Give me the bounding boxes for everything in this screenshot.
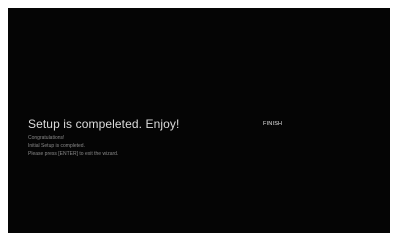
message-line-congratulations: Congratulations! [28,135,65,141]
message-block: Congratulations! Initial Setup is comple… [28,134,118,158]
message-line-setup-completed: Initial Setup is completed. [28,143,85,149]
finish-button[interactable]: FINISH [261,120,284,128]
message-line-exit-instruction: Please press [ENTER] to exit the wizard. [28,151,119,157]
page-title: Setup is compeleted. Enjoy! [28,117,180,131]
setup-complete-screen: Setup is compeleted. Enjoy! Congratulati… [8,8,390,233]
